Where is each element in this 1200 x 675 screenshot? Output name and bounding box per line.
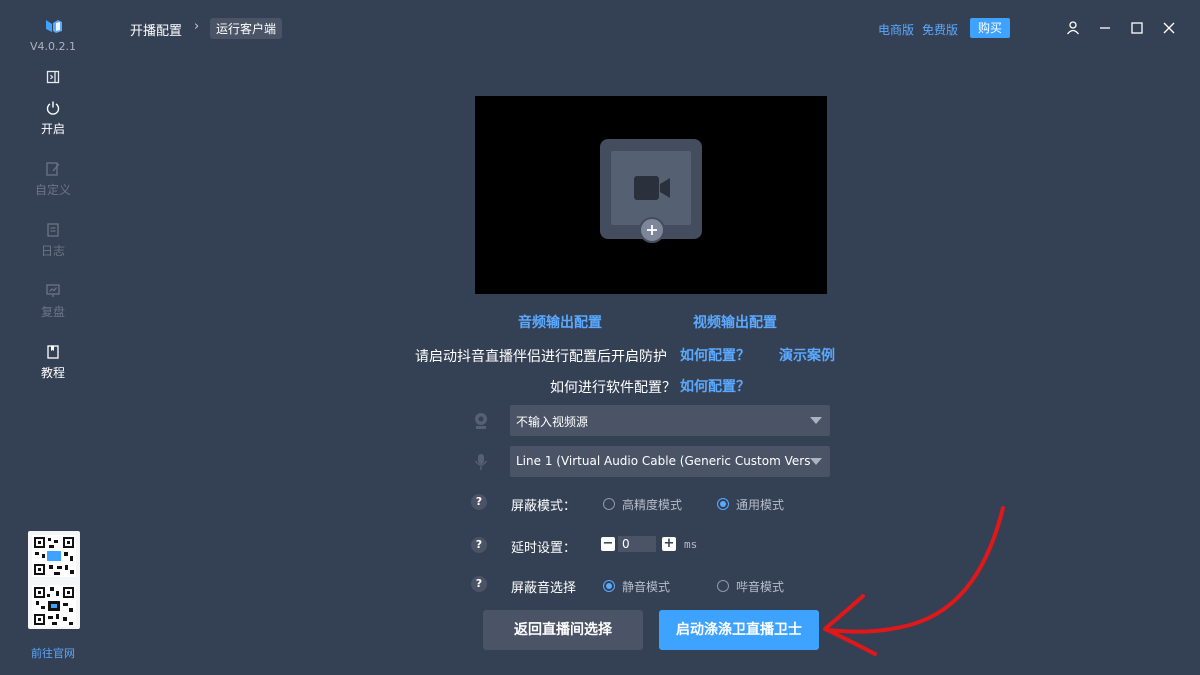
shield-mode-general-radio[interactable]: [717, 498, 729, 510]
audio-output-config-link[interactable]: 音频输出配置: [518, 312, 602, 332]
breadcrumb-separator: ›: [194, 19, 200, 34]
chevron-down-icon: [810, 417, 822, 424]
software-config-help-link[interactable]: 如何配置？: [680, 376, 750, 396]
shield-mode-option-label: 高精度模式: [622, 498, 683, 512]
sidebar-collapse-icon[interactable]: [46, 70, 60, 84]
sidebar-item-label: 自定义: [34, 183, 71, 197]
sidebar-item-custom[interactable]: 自定义: [0, 161, 106, 198]
camera-placeholder: [611, 151, 691, 225]
sidebar-item-label: 复盘: [40, 305, 65, 319]
edit-icon: [46, 162, 60, 176]
sidebar-item-review[interactable]: 复盘: [0, 283, 106, 320]
audio-source-select[interactable]: Line 1 (Virtual Audio Cable (Generic Cus…: [510, 446, 830, 477]
qr-codes: [28, 531, 80, 629]
how-to-config-link[interactable]: 如何配置？: [680, 345, 750, 365]
delay-help-icon[interactable]: ?: [471, 537, 487, 553]
delay-decrement-button[interactable]: −: [601, 537, 615, 551]
maximize-icon[interactable]: [1129, 20, 1145, 36]
add-icon[interactable]: [639, 217, 665, 243]
sound-beep-radio[interactable]: [717, 580, 729, 592]
annotation-arrow-icon: [823, 506, 1005, 656]
delay-unit: ms: [684, 538, 698, 551]
video-preview: [475, 96, 827, 294]
breadcrumb-current: 运行客户端: [210, 18, 283, 39]
microphone-icon: [474, 454, 488, 470]
delay-label: 延时设置：: [511, 541, 577, 556]
sidebar-item-log[interactable]: 日志: [0, 222, 106, 259]
ecommerce-edition-link[interactable]: 电商版: [878, 21, 914, 38]
breadcrumb-root[interactable]: 开播配置: [130, 20, 182, 39]
review-icon: [46, 284, 60, 297]
chevron-down-icon: [810, 458, 822, 465]
video-output-config-link[interactable]: 视频输出配置: [693, 312, 777, 332]
user-icon[interactable]: [1065, 20, 1081, 36]
start-live-guard-button[interactable]: 启动涤涤卫直播卫士: [659, 610, 819, 650]
shield-mode-high-precision-radio[interactable]: [603, 498, 615, 510]
app-version: V4.0.2.1: [29, 40, 76, 53]
delay-increment-button[interactable]: +: [662, 537, 676, 551]
minimize-icon[interactable]: [1097, 20, 1113, 36]
official-site-link[interactable]: 前往官网: [0, 645, 106, 661]
sidebar-item-start[interactable]: 开启: [0, 100, 106, 137]
add-video-source-tile[interactable]: [600, 139, 702, 243]
sidebar-item-tutorial[interactable]: 教程: [0, 344, 106, 381]
shield-sound-label: 屏蔽音选择: [511, 581, 577, 596]
video-source-select[interactable]: 不输入视频源: [510, 405, 830, 436]
video-camera-icon: [634, 176, 670, 200]
sound-option-label: 静音模式: [622, 580, 671, 594]
shield-sound-help-icon[interactable]: ?: [471, 576, 487, 592]
back-to-room-select-button[interactable]: 返回直播间选择: [483, 610, 643, 650]
qr-code-icon: [32, 585, 76, 627]
delay-input[interactable]: 0: [618, 536, 656, 552]
sidebar-item-label: 教程: [40, 366, 65, 380]
book-icon: [47, 345, 59, 359]
audio-source-value: Line 1 (Virtual Audio Cable (Generic Cus…: [516, 454, 811, 468]
sidebar: V4.0.2.1 开启 自定义 日志 复盘 教程 前往官网: [0, 0, 106, 675]
close-icon[interactable]: [1161, 20, 1177, 36]
shield-mode-option-label: 通用模式: [736, 498, 785, 512]
free-edition-link[interactable]: 免费版: [922, 21, 958, 38]
sidebar-item-label: 日志: [40, 244, 65, 258]
hint-text: 请启动抖音直播伴侣进行配置后开启防护: [415, 349, 667, 365]
qr-code-icon: [32, 535, 76, 577]
webcam-icon: [475, 413, 487, 429]
log-icon: [47, 223, 59, 237]
demo-case-link[interactable]: 演示案例: [779, 345, 835, 365]
sound-mute-radio[interactable]: [603, 580, 615, 592]
buy-button[interactable]: 购买: [970, 18, 1010, 38]
shield-mode-help-icon[interactable]: ?: [471, 494, 487, 510]
video-source-value: 不输入视频源: [516, 415, 589, 429]
sound-option-label: 哔音模式: [736, 580, 785, 594]
sidebar-item-label: 开启: [40, 122, 65, 136]
power-icon: [46, 101, 60, 115]
software-config-question: 如何进行软件配置？: [550, 380, 676, 396]
app-logo-icon: [46, 20, 62, 33]
shield-mode-label: 屏蔽模式：: [511, 499, 577, 514]
